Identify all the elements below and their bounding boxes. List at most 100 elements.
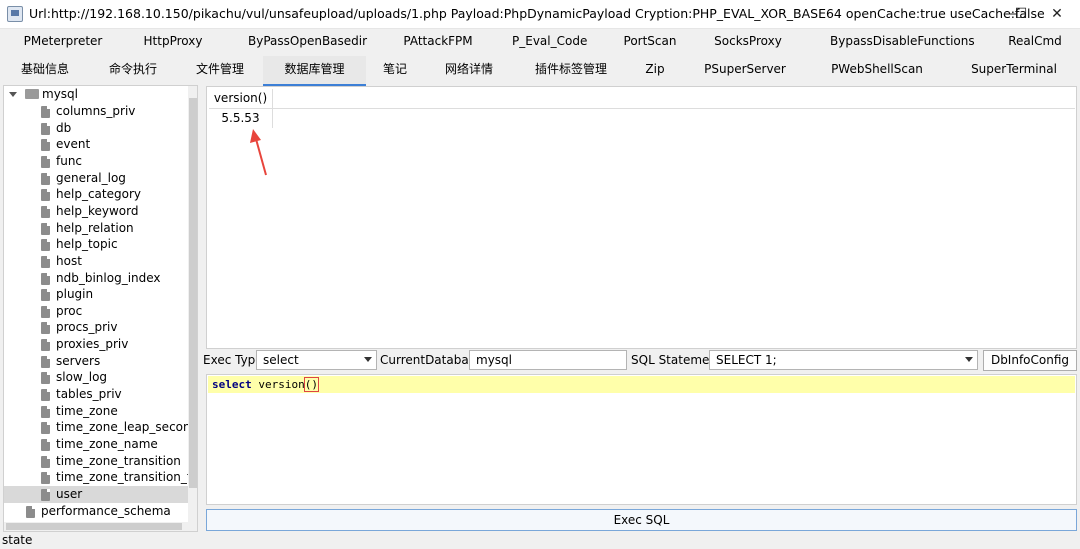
tree-item-label: general_log xyxy=(56,170,126,185)
table-icon xyxy=(41,222,50,235)
tree-hscroll-thumb[interactable] xyxy=(6,523,182,530)
tree-node-mysql[interactable]: mysql xyxy=(4,86,188,103)
tree-item-table[interactable]: plugin xyxy=(4,286,188,303)
tab-pattackfpm[interactable]: PAttackFPM xyxy=(402,28,474,56)
window-title: Url:http://192.168.10.150/pikachu/vul/un… xyxy=(29,6,1045,21)
tree-item-label: user xyxy=(56,486,83,501)
status-bar: state xyxy=(2,533,33,547)
table-icon xyxy=(41,389,50,402)
plugin-tab-bar: PMeterpreter HttpProxy ByPassOpenBasedir… xyxy=(0,28,1080,56)
exec-type-select[interactable]: select xyxy=(256,350,377,370)
tab-command-exec[interactable]: 命令执行 xyxy=(106,56,160,84)
tab-basic-info[interactable]: 基础信息 xyxy=(18,56,72,84)
tree-item-label: procs_priv xyxy=(56,320,118,335)
table-icon xyxy=(41,472,50,485)
tree-item-table[interactable]: func xyxy=(4,153,188,170)
tree-item-table[interactable]: tables_priv xyxy=(4,386,188,403)
tree-item-label: proxies_priv xyxy=(56,337,129,352)
tab-superterminal[interactable]: SuperTerminal xyxy=(970,56,1058,84)
tree-item-table[interactable]: help_category xyxy=(4,186,188,203)
table-icon xyxy=(41,355,50,368)
tree-item-table[interactable]: proxies_priv xyxy=(4,336,188,353)
chevron-down-icon xyxy=(364,357,372,362)
tree-item-table[interactable]: servers xyxy=(4,353,188,370)
editor-current-line[interactable]: select version() xyxy=(208,376,1075,393)
exec-type-value: select xyxy=(263,353,299,367)
close-button[interactable]: ✕ xyxy=(1034,0,1080,29)
current-database-input[interactable]: mysql xyxy=(469,350,627,370)
result-cell-version[interactable]: 5.5.53 xyxy=(209,109,273,128)
table-icon xyxy=(41,422,50,435)
tree-item-label: help_relation xyxy=(56,220,134,235)
tree-item-label: db xyxy=(56,120,72,135)
tree-item-label: tables_priv xyxy=(56,387,122,402)
table-icon xyxy=(41,122,50,135)
table-icon xyxy=(41,139,50,152)
table-icon xyxy=(41,305,50,318)
tab-pwebshellscan[interactable]: PWebShellScan xyxy=(830,56,924,84)
tree-item-table[interactable]: proc xyxy=(4,303,188,320)
tab-zip[interactable]: Zip xyxy=(640,56,670,84)
tab-p-eval-code[interactable]: P_Eval_Code xyxy=(512,28,587,56)
tree-item-label: time_zone_name xyxy=(56,437,158,451)
tab-bypassopenbasedir[interactable]: ByPassOpenBasedir xyxy=(248,28,367,56)
tree-item-table[interactable]: columns_priv xyxy=(4,103,188,120)
tree-item-table[interactable]: time_zone_transition_type xyxy=(4,469,197,486)
table-icon xyxy=(41,455,50,468)
tree-item-table[interactable]: help_keyword xyxy=(4,203,188,220)
sql-text: version xyxy=(251,378,305,391)
tree-node-label: performance_schema xyxy=(41,504,171,518)
tree-item-table[interactable]: procs_priv xyxy=(4,319,188,336)
table-icon xyxy=(41,272,50,285)
exec-sql-button[interactable]: Exec SQL xyxy=(206,509,1077,531)
tree-item-label: func xyxy=(56,153,83,168)
tab-file-manager[interactable]: 文件管理 xyxy=(193,56,247,84)
tab-pmeterpreter[interactable]: PMeterpreter xyxy=(20,28,106,56)
sql-statement-select[interactable]: SELECT 1; xyxy=(709,350,978,370)
tree-item-table[interactable]: help_relation xyxy=(4,220,188,237)
expand-toggle-icon[interactable] xyxy=(9,92,17,97)
tree-item-table[interactable]: host xyxy=(4,253,188,270)
table-icon xyxy=(41,255,50,268)
tab-bypassdisablefunctions[interactable]: BypassDisableFunctions xyxy=(830,28,975,56)
tab-portscan[interactable]: PortScan xyxy=(622,28,678,56)
tree-item-table[interactable]: ndb_binlog_index xyxy=(4,270,188,287)
table-icon xyxy=(41,205,50,218)
table-icon xyxy=(41,189,50,202)
tree-item-label: help_keyword xyxy=(56,203,139,218)
tree-item-table[interactable]: db xyxy=(4,120,188,137)
tree-item-table[interactable]: general_log xyxy=(4,170,188,187)
tree-item-label: slow_log xyxy=(56,370,108,385)
tab-plugin-tab-manager[interactable]: 插件标签管理 xyxy=(532,56,610,84)
tab-realcmd[interactable]: RealCmd xyxy=(1006,28,1064,56)
tree-node-performance-schema[interactable]: performance_schema xyxy=(4,503,188,520)
tab-psuperserver[interactable]: PSuperServer xyxy=(702,56,788,84)
tree-item-table[interactable]: time_zone_transition xyxy=(4,453,188,470)
sql-keyword: select xyxy=(212,378,252,391)
tree-scroll-thumb[interactable] xyxy=(189,98,197,488)
table-icon xyxy=(41,372,50,385)
tree-item-table[interactable]: time_zone_name xyxy=(4,436,188,453)
tree-item-table[interactable]: slow_log xyxy=(4,369,188,386)
tree-item-table[interactable]: help_topic xyxy=(4,236,188,253)
table-icon xyxy=(41,488,50,501)
tree-item-table[interactable]: event xyxy=(4,136,188,153)
table-icon xyxy=(41,439,50,451)
tab-socksproxy[interactable]: SocksProxy xyxy=(712,28,784,56)
tree-item-table[interactable]: time_zone_leap_second xyxy=(4,419,197,436)
open-folder-icon xyxy=(25,89,39,99)
tab-network-details[interactable]: 网络详情 xyxy=(440,56,498,84)
tree-item-table[interactable]: user xyxy=(4,485,188,503)
sql-editor[interactable]: select version() xyxy=(206,374,1077,505)
main-tab-bar: 基础信息 命令执行 文件管理 数据库管理 笔记 网络详情 插件标签管理 Zip … xyxy=(0,56,1080,86)
tab-database-manager[interactable]: 数据库管理 xyxy=(263,56,366,86)
dbinfo-config-button[interactable]: DbInfoConfig xyxy=(983,350,1077,371)
tree-item-table[interactable]: time_zone xyxy=(4,403,188,420)
tab-httpproxy[interactable]: HttpProxy xyxy=(138,28,208,56)
tree-item-label: servers xyxy=(56,353,101,368)
tree-item-label: plugin xyxy=(56,287,94,302)
table-icon xyxy=(41,155,50,168)
column-header-version[interactable]: version() xyxy=(209,89,273,109)
tab-notes[interactable]: 笔记 xyxy=(378,56,412,84)
header-filler xyxy=(273,89,1075,109)
